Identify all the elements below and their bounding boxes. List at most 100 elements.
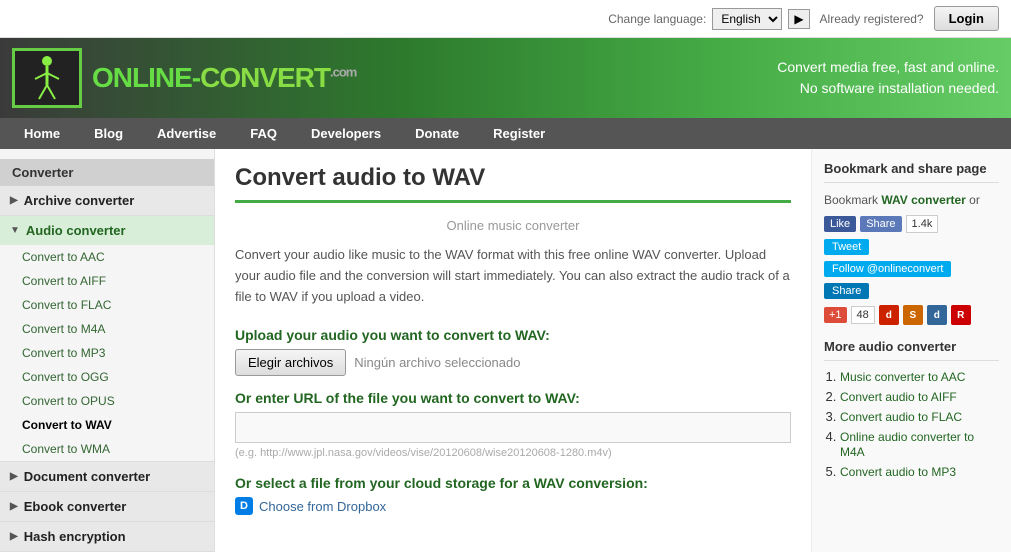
sidebar-group-hash: ▶ Hash encryption [0, 522, 214, 552]
sidebar-item-ogg[interactable]: Convert to OGG [0, 365, 214, 389]
list-item: Convert audio to FLAC [840, 409, 999, 424]
logo-text-part1: ONLINE- [92, 62, 200, 93]
dropbox-button[interactable]: D Choose from Dropbox [235, 497, 791, 515]
sidebar-group-header-audio[interactable]: ▼ Audio converter [0, 216, 214, 245]
ebook-label: Ebook converter [24, 499, 127, 514]
wav-converter-link[interactable]: WAV converter [881, 193, 965, 207]
sidebar: Converter ▶ Archive converter ▼ Audio co… [0, 149, 215, 552]
document-label: Document converter [24, 469, 150, 484]
sidebar-item-aiff[interactable]: Convert to AIFF [0, 269, 214, 293]
description: Convert your audio like music to the WAV… [235, 245, 791, 307]
stumble-icon[interactable]: S [903, 305, 923, 325]
nav-home[interactable]: Home [8, 118, 76, 149]
list-item: Online audio converter to M4A [840, 429, 999, 459]
sidebar-item-aac[interactable]: Convert to AAC [0, 245, 214, 269]
sidebar-item-wma[interactable]: Convert to WMA [0, 437, 214, 461]
more-aac-link[interactable]: Music converter to AAC [840, 370, 965, 384]
nav-advertise[interactable]: Advertise [141, 118, 232, 149]
lang-label: Change language: [608, 12, 706, 26]
more-converter-title: More audio converter [824, 339, 999, 361]
content-area: Convert audio to WAV Online music conver… [215, 149, 811, 552]
logo-box [12, 48, 82, 108]
upload-label: Upload your audio you want to convert to… [235, 327, 791, 343]
sidebar-group-header-document[interactable]: ▶ Document converter [0, 462, 214, 491]
facebook-like-button[interactable]: Like [824, 216, 856, 232]
reddit-icon[interactable]: R [951, 305, 971, 325]
right-sidebar: Bookmark and share page Bookmark WAV con… [811, 149, 1011, 552]
sidebar-group-document: ▶ Document converter [0, 462, 214, 492]
facebook-count: 1.4k [906, 215, 939, 233]
sidebar-item-mp3[interactable]: Convert to MP3 [0, 341, 214, 365]
list-item: Convert audio to MP3 [840, 464, 999, 479]
linkedin-row: Share [824, 283, 999, 299]
nav-register[interactable]: Register [477, 118, 561, 149]
logo-text-part2: CONVERT [200, 62, 330, 93]
dropbox-icon: D [235, 497, 253, 515]
nav-blog[interactable]: Blog [78, 118, 139, 149]
nav-bar: Home Blog Advertise FAQ Developers Donat… [0, 118, 1011, 149]
header-tagline: Convert media free, fast and online. No … [777, 57, 999, 99]
login-button[interactable]: Login [934, 6, 999, 31]
more-m4a-link[interactable]: Online audio converter to M4A [840, 430, 974, 459]
sidebar-group-archive: ▶ Archive converter [0, 186, 214, 216]
gplus-button[interactable]: +1 [824, 307, 847, 323]
nav-faq[interactable]: FAQ [234, 118, 293, 149]
more-flac-link[interactable]: Convert audio to FLAC [840, 410, 962, 424]
follow-button[interactable]: Follow @onlineconvert [824, 261, 951, 277]
bookmark-text-prefix: Bookmark [824, 193, 881, 207]
linkedin-share-button[interactable]: Share [824, 283, 869, 299]
sidebar-group-audio: ▼ Audio converter Convert to AAC Convert… [0, 216, 214, 462]
url-hint: (e.g. http://www.jpl.nasa.gov/videos/vis… [235, 447, 791, 459]
logo-com: .com [330, 65, 356, 80]
gplus-row: +1 48 d S d R [824, 305, 999, 325]
ebook-arrow-icon: ▶ [10, 501, 18, 512]
main-container: Converter ▶ Archive converter ▼ Audio co… [0, 149, 1011, 552]
sidebar-item-flac[interactable]: Convert to FLAC [0, 293, 214, 317]
choose-file-button[interactable]: Elegir archivos [235, 349, 346, 376]
nav-developers[interactable]: Developers [295, 118, 397, 149]
digg-icon[interactable]: d [927, 305, 947, 325]
audio-arrow-icon: ▼ [10, 225, 20, 236]
bookmark-or: or [966, 193, 980, 207]
tweet-button[interactable]: Tweet [824, 239, 869, 255]
sidebar-group-header-hash[interactable]: ▶ Hash encryption [0, 522, 214, 551]
already-registered-text: Already registered? [820, 12, 924, 26]
gplus-count: 48 [851, 306, 875, 324]
bookmark-title: Bookmark and share page [824, 161, 999, 183]
file-input-row: Elegir archivos Ningún archivo seleccion… [235, 349, 791, 376]
sidebar-group-header-ebook[interactable]: ▶ Ebook converter [0, 492, 214, 521]
more-mp3-link[interactable]: Convert audio to MP3 [840, 465, 956, 479]
twitter-tweet-row: Tweet [824, 239, 999, 255]
top-bar: Change language: English ▶ Already regis… [0, 0, 1011, 38]
sidebar-item-wav[interactable]: Convert to WAV [0, 413, 214, 437]
facebook-row: Like Share 1.4k [824, 215, 999, 233]
document-arrow-icon: ▶ [10, 471, 18, 482]
logo-text: ONLINE-CONVERT.com [92, 62, 356, 94]
nav-donate[interactable]: Donate [399, 118, 475, 149]
tagline-line1: Convert media free, fast and online. [777, 57, 999, 78]
facebook-share-button[interactable]: Share [860, 216, 901, 232]
lang-arrow-button[interactable]: ▶ [788, 9, 809, 29]
dropbox-label: Choose from Dropbox [259, 499, 386, 514]
sidebar-group-ebook: ▶ Ebook converter [0, 492, 214, 522]
cloud-label: Or select a file from your cloud storage… [235, 475, 791, 491]
delicious-icon[interactable]: d [879, 305, 899, 325]
subtitle: Online music converter [235, 218, 791, 233]
sidebar-title: Converter [0, 159, 214, 186]
more-aiff-link[interactable]: Convert audio to AIFF [840, 390, 957, 404]
archive-label: Archive converter [24, 193, 135, 208]
list-item: Convert audio to AIFF [840, 389, 999, 404]
archive-arrow-icon: ▶ [10, 195, 18, 206]
audio-label: Audio converter [26, 223, 126, 238]
more-converter-list: Music converter to AAC Convert audio to … [824, 369, 999, 479]
logo-area: ONLINE-CONVERT.com [12, 48, 356, 108]
sidebar-item-opus[interactable]: Convert to OPUS [0, 389, 214, 413]
sidebar-item-m4a[interactable]: Convert to M4A [0, 317, 214, 341]
language-select[interactable]: English [712, 8, 782, 30]
tagline-line2: No software installation needed. [777, 78, 999, 99]
sidebar-group-header-archive[interactable]: ▶ Archive converter [0, 186, 214, 215]
url-label: Or enter URL of the file you want to con… [235, 390, 791, 406]
site-header: ONLINE-CONVERT.com Convert media free, f… [0, 38, 1011, 118]
logo-figure-icon [27, 53, 67, 103]
url-input[interactable] [235, 412, 791, 443]
